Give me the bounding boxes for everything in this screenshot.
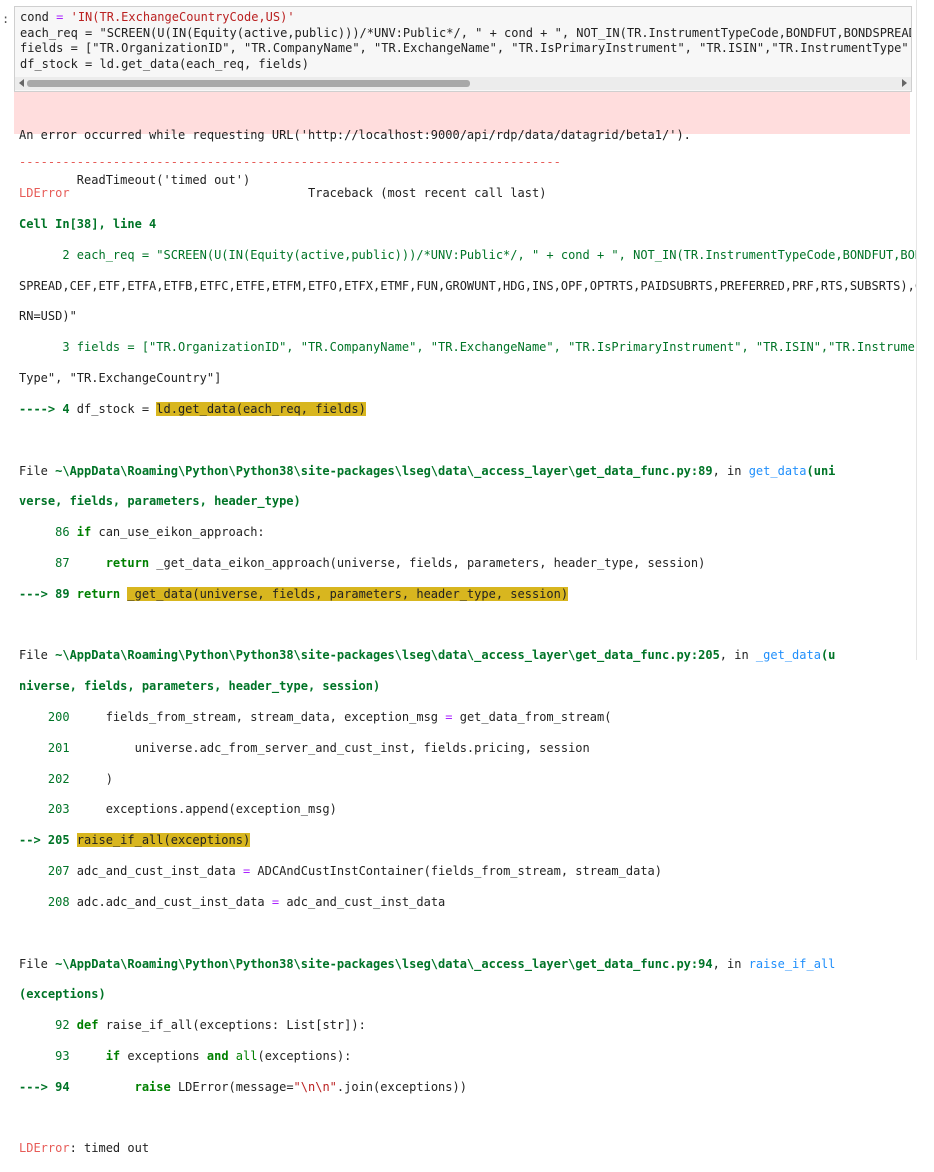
frame2-args: verse, fields, parameters, header_type): [19, 494, 301, 509]
traceback-separator: ----------------------------------------…: [19, 155, 561, 170]
code-line-2: each_req = "SCREEN(U(IN(Equity(active,pu…: [20, 25, 912, 40]
frame4-file-line: File ~\AppData\Roaming\Python\Python38\s…: [19, 956, 836, 971]
frame3-current-line: --> 205 raise_if_all(exceptions): [19, 833, 251, 848]
frame1-line3a: 3 fields = ["TR.OrganizationID", "TR.Com…: [19, 340, 930, 355]
frame1-line2b: SPREAD,CEF,ETF,ETFA,ETFB,ETFC,ETFE,ETFM,…: [19, 278, 930, 293]
frame4-current-line: ---> 94 raise LDError(message="\n\n".joi…: [19, 1079, 467, 1094]
error-name: LDError: [19, 186, 70, 201]
file-link[interactable]: ~\AppData\Roaming\Python\Python38\site-p…: [55, 957, 712, 971]
cell-reference: Cell In[38], line 4: [19, 217, 157, 232]
frame1-line2a: 2 each_req = "SCREEN(U(IN(Equity(active,…: [19, 247, 930, 262]
scroll-right-arrow-icon[interactable]: [902, 79, 907, 87]
frame1-line2c: RN=USD)": [19, 309, 77, 324]
frame2-file-line: File ~\AppData\Roaming\Python\Python38\s…: [19, 463, 836, 478]
frame4-args: (exceptions): [19, 987, 106, 1002]
traceback-output: ----------------------------------------…: [19, 140, 929, 1172]
frame3-file-line: File ~\AppData\Roaming\Python\Python38\s…: [19, 648, 836, 663]
frame4-line93: 93 if exceptions and all(exceptions):: [19, 1048, 352, 1063]
frame3-line200: 200 fields_from_stream, stream_data, exc…: [19, 710, 612, 725]
traceback-header-label: Traceback (most recent call last): [308, 186, 547, 201]
file-link[interactable]: ~\AppData\Roaming\Python\Python38\site-p…: [55, 464, 712, 478]
frame2-current-line: ---> 89 return _get_data(universe, field…: [19, 586, 569, 601]
cell-prompt-marker: :: [2, 12, 10, 26]
frame4-line92: 92 def raise_if_all(exceptions: List[str…: [19, 1018, 366, 1033]
frame3-args: niverse, fields, parameters, header_type…: [19, 679, 381, 694]
frame2-line86: 86 if can_use_eikon_approach:: [19, 525, 265, 540]
highlighted-call: ld.get_data(each_req, fields): [156, 401, 366, 416]
code-line-3: fields = ["TR.OrganizationID", "TR.Compa…: [20, 41, 912, 55]
frame1-line3b: Type", "TR.ExchangeCountry"]: [19, 371, 222, 386]
code-line-1: cond = 'IN(TR.ExchangeCountryCode,US)': [20, 10, 295, 24]
frame3-line203: 203 exceptions.append(exception_msg): [19, 802, 337, 817]
frame3-line207: 207 adc_and_cust_inst_data = ADCAndCustI…: [19, 864, 663, 879]
final-error-line: LDError: timed out: [19, 1141, 929, 1156]
final-error-name: LDError: [19, 1141, 70, 1156]
vertical-scrollbar[interactable]: [916, 0, 934, 660]
scroll-left-arrow-icon[interactable]: [19, 79, 24, 87]
frame1-current-line: ----> 4 df_stock = ld.get_data(each_req,…: [19, 401, 366, 416]
stderr-output: An error occurred while requesting URL('…: [14, 92, 910, 187]
file-link[interactable]: ~\AppData\Roaming\Python\Python38\site-p…: [55, 648, 720, 662]
code-editor[interactable]: cond = 'IN(TR.ExchangeCountryCode,US)' ea…: [20, 10, 912, 72]
final-error-message: : timed out: [69, 1141, 150, 1156]
scrollbar-thumb[interactable]: [27, 80, 470, 87]
horizontal-scrollbar[interactable]: [15, 77, 911, 90]
frame2-line87: 87 return _get_data_eikon_approach(unive…: [19, 555, 706, 570]
frame3-line208: 208 adc.adc_and_cust_inst_data = adc_and…: [19, 894, 446, 909]
frame3-line201: 201 universe.adc_from_server_and_cust_in…: [19, 740, 590, 755]
traceback-header: LDError Traceback (most recent call last…: [19, 186, 929, 201]
code-cell[interactable]: cond = 'IN(TR.ExchangeCountryCode,US)' ea…: [14, 6, 912, 92]
frame3-line202: 202 ): [19, 771, 113, 786]
code-line-4: df_stock = ld.get_data(each_req, fields): [20, 56, 309, 71]
